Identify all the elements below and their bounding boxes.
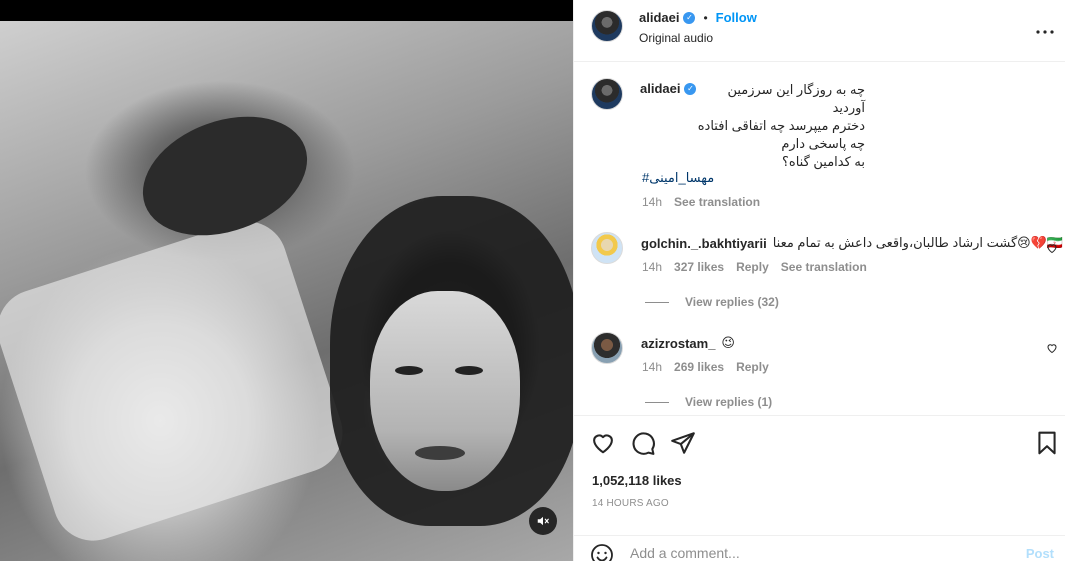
hashtag-link[interactable]: #مهسا_امینی bbox=[642, 170, 714, 186]
media-shape bbox=[370, 291, 520, 491]
post-media[interactable] bbox=[0, 0, 573, 561]
post-actions: 1,052,118 likes 14 HOURS AGO bbox=[574, 415, 1065, 535]
separator-dot: • bbox=[703, 10, 708, 25]
view-replies-button[interactable]: View replies (1) bbox=[645, 395, 772, 409]
username-link[interactable]: golchin._.bakhtiyarii bbox=[641, 236, 767, 251]
comment-line: azizrostam_ 😉 bbox=[641, 335, 735, 351]
header-user: alidaei ✓ • Follow bbox=[639, 10, 757, 25]
likes-count[interactable]: 1,052,118 likes bbox=[592, 473, 682, 488]
comment-meta: 14h 269 likes Reply bbox=[642, 360, 769, 374]
caption-meta: 14h See translation bbox=[642, 195, 760, 209]
like-heart-icon[interactable] bbox=[1046, 242, 1058, 254]
caption-line: دخترم میپرسد چه اتفاقی افتاده bbox=[697, 118, 865, 133]
post-panel: alidaei ✓ • Follow Original audio alidae… bbox=[573, 0, 1065, 561]
caption-line: به کدامین گناه؟ bbox=[781, 154, 865, 169]
caption-text: چه به روزگار این سرزمین آوردید دخترم میپ… bbox=[640, 81, 865, 171]
divider bbox=[645, 401, 669, 403]
comment-meta: 14h 327 likes Reply See translation bbox=[642, 260, 867, 274]
avatar[interactable] bbox=[591, 232, 623, 264]
likes-count[interactable]: 327 likes bbox=[674, 260, 724, 274]
see-translation-button[interactable]: See translation bbox=[674, 195, 760, 209]
mute-button[interactable] bbox=[529, 507, 557, 535]
comment-bubble-icon[interactable] bbox=[630, 430, 656, 456]
media-shape bbox=[126, 95, 324, 257]
post-header: alidaei ✓ • Follow Original audio bbox=[574, 0, 1065, 62]
view-replies-button[interactable]: View replies (32) bbox=[645, 295, 779, 309]
timestamp[interactable]: 14h bbox=[642, 360, 662, 374]
avatar[interactable] bbox=[591, 332, 623, 364]
divider bbox=[645, 301, 669, 303]
audio-link[interactable]: Original audio bbox=[639, 31, 713, 45]
share-paper-plane-icon[interactable] bbox=[670, 430, 696, 456]
comments-list[interactable]: alidaei ✓ چه به روزگار این سرزمین آوردید… bbox=[574, 62, 1065, 415]
view-replies-label: View replies (32) bbox=[685, 295, 779, 309]
more-options-button[interactable] bbox=[1036, 18, 1054, 39]
media-shape bbox=[415, 446, 465, 460]
caption-line: چه پاسخی دارم bbox=[781, 136, 865, 151]
post-timestamp[interactable]: 14 HOURS AGO bbox=[592, 498, 669, 509]
caption-line: چه به روزگار این سرزمین آوردید bbox=[727, 82, 865, 115]
avatar[interactable] bbox=[591, 78, 623, 110]
emoji-icon[interactable] bbox=[590, 543, 614, 561]
post-comment-button[interactable]: Post bbox=[1026, 546, 1054, 561]
follow-button[interactable]: Follow bbox=[716, 10, 757, 25]
reply-button[interactable]: Reply bbox=[736, 260, 769, 274]
username-link[interactable]: azizrostam_ bbox=[641, 336, 715, 351]
more-horizontal-icon bbox=[1036, 30, 1054, 34]
reply-button[interactable]: Reply bbox=[736, 360, 769, 374]
timestamp[interactable]: 14h bbox=[642, 195, 662, 209]
comment-line: golchin._.bakhtiyarii گشت ارشاد طالبان،و… bbox=[641, 235, 1063, 251]
avatar[interactable] bbox=[591, 10, 623, 42]
verified-badge-icon: ✓ bbox=[683, 11, 696, 24]
username-link[interactable]: alidaei bbox=[639, 10, 679, 25]
media-shape bbox=[455, 366, 483, 375]
likes-count[interactable]: 269 likes bbox=[674, 360, 724, 374]
speaker-muted-icon bbox=[537, 516, 549, 526]
like-heart-icon[interactable] bbox=[1046, 342, 1058, 354]
timestamp[interactable]: 14h bbox=[642, 260, 662, 274]
comment-text: 😉 bbox=[721, 335, 735, 350]
post-video[interactable] bbox=[0, 21, 573, 561]
add-comment-bar: Post bbox=[574, 535, 1065, 561]
see-translation-button[interactable]: See translation bbox=[781, 260, 867, 274]
like-heart-icon[interactable] bbox=[590, 430, 616, 456]
comment-text: گشت ارشاد طالبان،واقعی داعش به تمام معنا… bbox=[772, 235, 1064, 250]
media-shape bbox=[395, 366, 423, 375]
bookmark-icon[interactable] bbox=[1034, 430, 1060, 456]
comment-input[interactable] bbox=[630, 545, 1010, 561]
view-replies-label: View replies (1) bbox=[685, 395, 773, 409]
media-shape bbox=[0, 211, 353, 551]
